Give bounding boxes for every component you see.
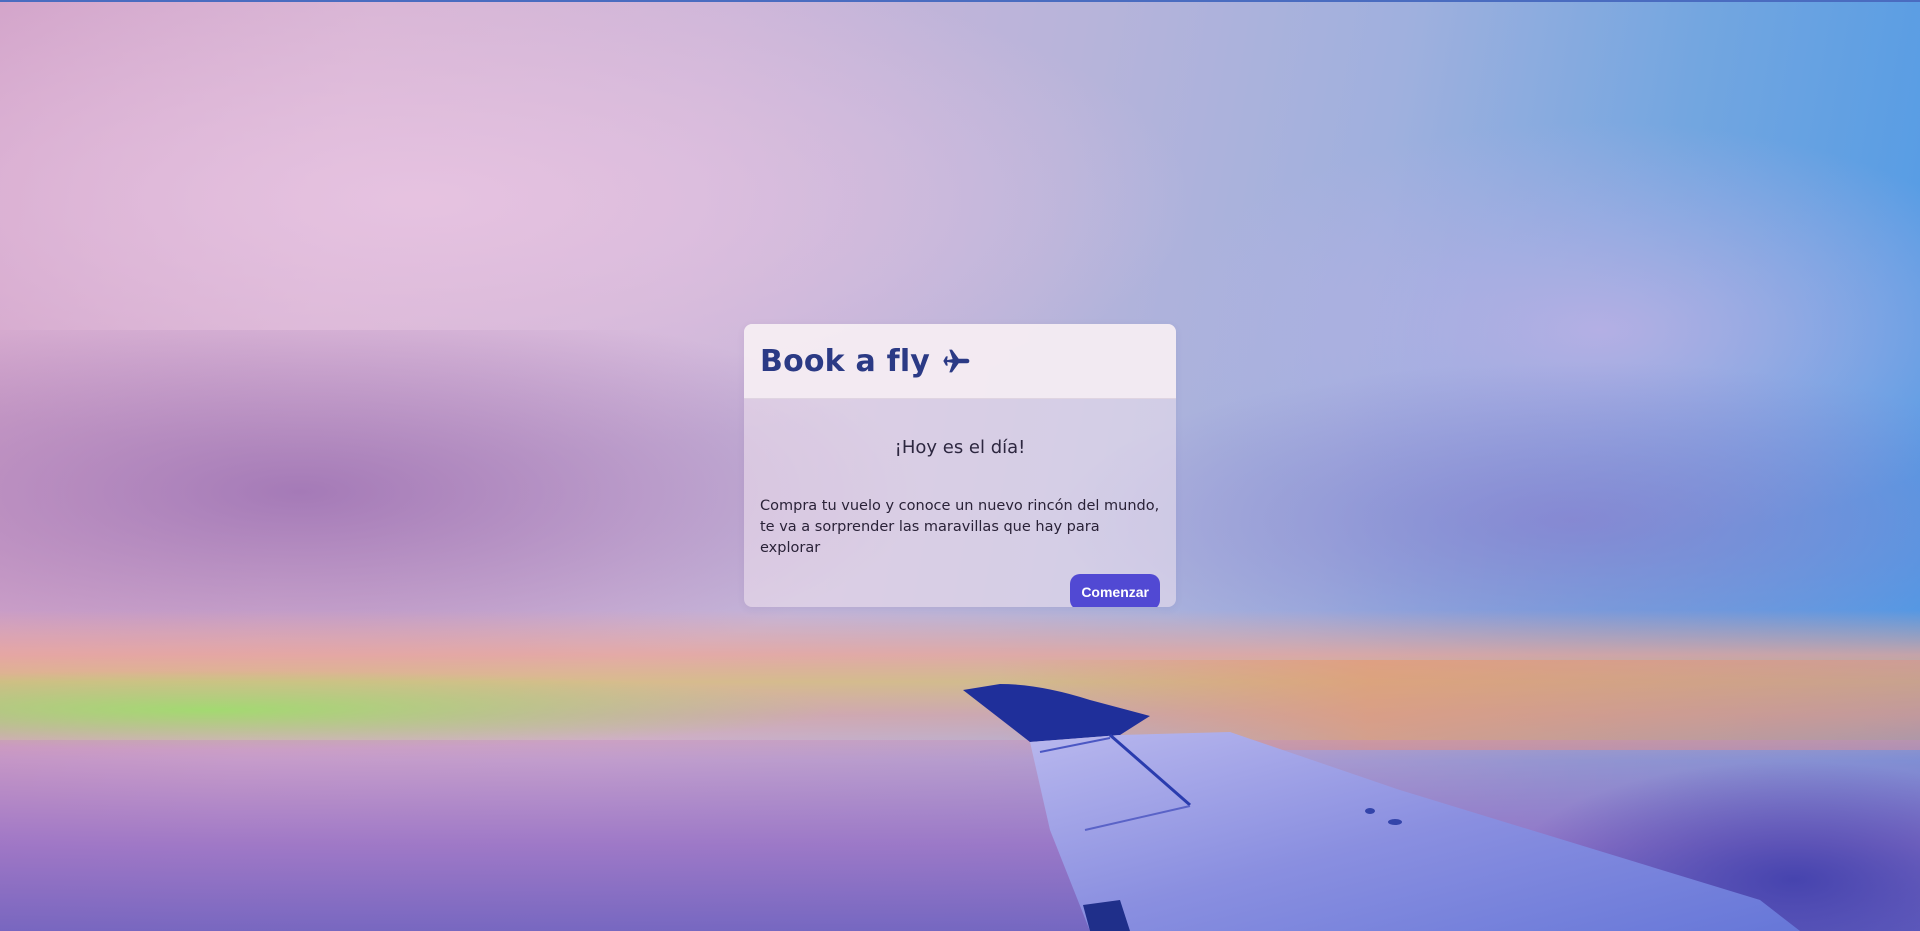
- background-scene: Book a fly ¡Hoy es el día! Compra tu vue…: [0, 0, 1920, 931]
- card-actions: Comenzar: [760, 574, 1160, 607]
- app-title: Book a fly: [760, 343, 931, 379]
- card-subtitle: ¡Hoy es el día!: [894, 437, 1026, 458]
- welcome-card: Book a fly ¡Hoy es el día! Compra tu vue…: [744, 324, 1176, 607]
- description-line: te va a sorprender las maravillas que ha…: [760, 519, 1100, 556]
- card-description: Compra tu vuelo y conoce un nuevo rincón…: [760, 496, 1160, 559]
- description-line: Compra tu vuelo y conoce un nuevo rincón…: [760, 498, 1160, 514]
- start-button[interactable]: Comenzar: [1070, 574, 1160, 607]
- card-header: Book a fly: [744, 324, 1176, 399]
- airplane-icon: [943, 349, 970, 373]
- card-body: ¡Hoy es el día! Compra tu vuelo y conoce…: [744, 437, 1176, 607]
- brand-title: Book a fly: [760, 344, 972, 379]
